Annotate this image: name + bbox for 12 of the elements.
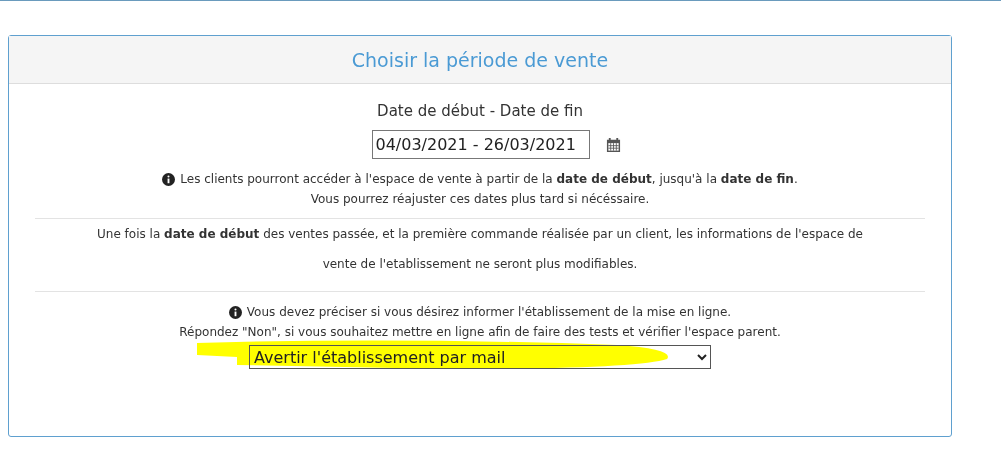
- info-text: Répondez "Non", si vous souhaitez mettre en ligne afin de faire des tests et vérifier l'espace parent.: [179, 325, 781, 339]
- date-range-field[interactable]: 04/03/2021 - 26/03/2021: [371, 130, 590, 159]
- info-icon: [162, 172, 176, 186]
- card-title: Choisir la période de vente: [351, 48, 609, 71]
- calendar-icon[interactable]: [605, 136, 621, 153]
- warning-text: Une fois la date de début des ventes passée, et la première commande réalisée par un client, les informations de l'espace de vente de l'etablissement ne seront plus modifiables.: [96, 226, 864, 273]
- info-icon: [228, 305, 242, 319]
- info-text: Vous pourrez réajuster ces dates plus tard si nécéssaire.: [310, 192, 650, 206]
- date-range-label: Date de début - Date de fin: [377, 102, 583, 120]
- notify-select[interactable]: Avertir l'établissement par mail: [249, 345, 711, 369]
- info-text: Vous devez préciser si vous désirez informer l'établissement de la mise en ligne.: [246, 305, 732, 319]
- info-text: Les clients pourront accéder à l'espace de vente à partir de la date de début, jusqu'à la date de fin.: [180, 172, 798, 186]
